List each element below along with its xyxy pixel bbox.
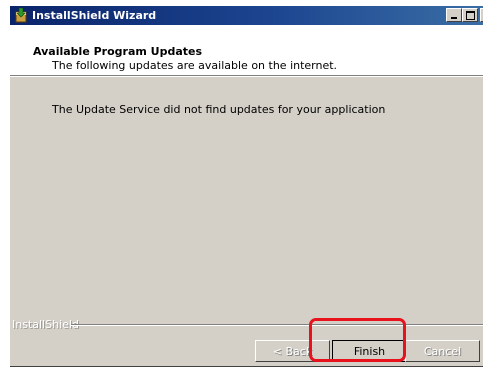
footer-divider	[71, 324, 483, 326]
page-subtitle: The following updates are available on t…	[52, 59, 338, 72]
installshield-wizard-window: InstallShield Wizard × Available Program…	[9, 5, 483, 367]
minimize-icon	[451, 17, 457, 19]
page-title: Available Program Updates	[33, 45, 203, 58]
installer-box-icon	[15, 7, 27, 23]
wizard-header: Available Program Updates The following …	[10, 25, 483, 75]
back-button[interactable]: < Back	[255, 340, 330, 362]
installshield-brand-label: InstallShield	[12, 318, 79, 331]
maximize-button[interactable]	[462, 8, 478, 22]
title-bar[interactable]: InstallShield Wizard ×	[10, 6, 483, 25]
window-title: InstallShield Wizard	[32, 9, 157, 22]
finish-button[interactable]: Finish	[332, 340, 407, 362]
maximize-icon	[466, 11, 475, 20]
update-status-message: The Update Service did not find updates …	[52, 103, 386, 116]
minimize-button[interactable]	[446, 8, 462, 22]
cancel-button[interactable]: Cancel	[405, 340, 480, 362]
header-divider	[10, 75, 483, 77]
